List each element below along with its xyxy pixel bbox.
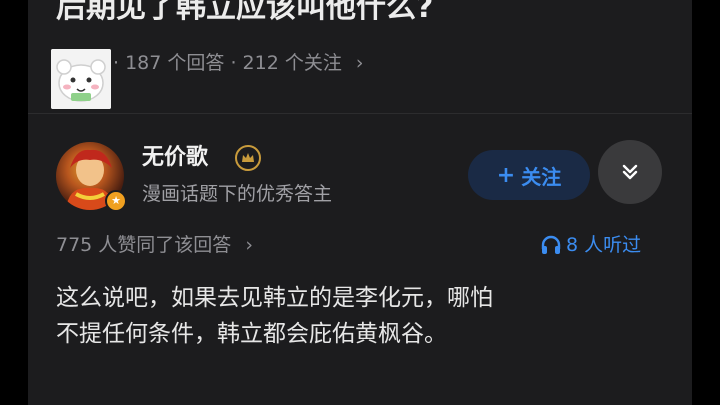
crown-glyph bbox=[242, 153, 254, 162]
answer-line: 不提任何条件，韩立都会庇佑黄枫谷。 bbox=[56, 321, 447, 347]
plus-icon: + bbox=[496, 162, 516, 188]
answer-text[interactable]: 这么说吧，如果去见韩立的是李化元，哪怕 不提任何条件，韩立都会庇佑黄枫谷。 bbox=[56, 280, 676, 352]
expand-button[interactable] bbox=[598, 140, 662, 204]
question-meta[interactable]: · 187 个回答 · 212 个关注 › bbox=[113, 50, 364, 76]
follow-label: 关注 bbox=[521, 164, 562, 189]
double-chevron-down-icon bbox=[622, 164, 638, 180]
follow-button[interactable]: + 关注 bbox=[468, 150, 590, 200]
author-name[interactable]: 无价歌 bbox=[142, 144, 208, 172]
listen-count[interactable]: 8 人听过 bbox=[540, 232, 641, 258]
meta-separator: · bbox=[113, 52, 120, 74]
answer-line: 这么说吧，如果去见韩立的是李化元，哪怕 bbox=[56, 285, 493, 311]
author-description: 漫画话题下的优秀答主 bbox=[142, 183, 333, 205]
followers-count: 212 个关注 bbox=[242, 52, 342, 74]
crown-icon[interactable] bbox=[235, 145, 261, 171]
upvote-summary[interactable]: 775 人赞同了该回答 › bbox=[56, 232, 253, 258]
star-icon: ★ bbox=[105, 190, 127, 212]
question-thumbnail[interactable] bbox=[51, 49, 111, 109]
chevron-right-icon: › bbox=[245, 234, 253, 256]
answer-card: 后期见了韩立应该叫他什么? · 187 个回答 · 212 个关注 › ★ 无价… bbox=[28, 0, 692, 405]
divider bbox=[28, 113, 692, 114]
answers-count: 187 个回答 bbox=[125, 52, 225, 74]
meta-separator: · bbox=[230, 52, 237, 74]
chevron-right-icon: › bbox=[355, 52, 364, 74]
question-title[interactable]: 后期见了韩立应该叫他什么? bbox=[56, 0, 433, 28]
cartoon-face-icon bbox=[51, 49, 111, 109]
upvote-count: 775 人赞同了该回答 bbox=[56, 234, 232, 256]
headphones-icon bbox=[541, 235, 561, 254]
listen-label: 8 人听过 bbox=[566, 234, 642, 256]
